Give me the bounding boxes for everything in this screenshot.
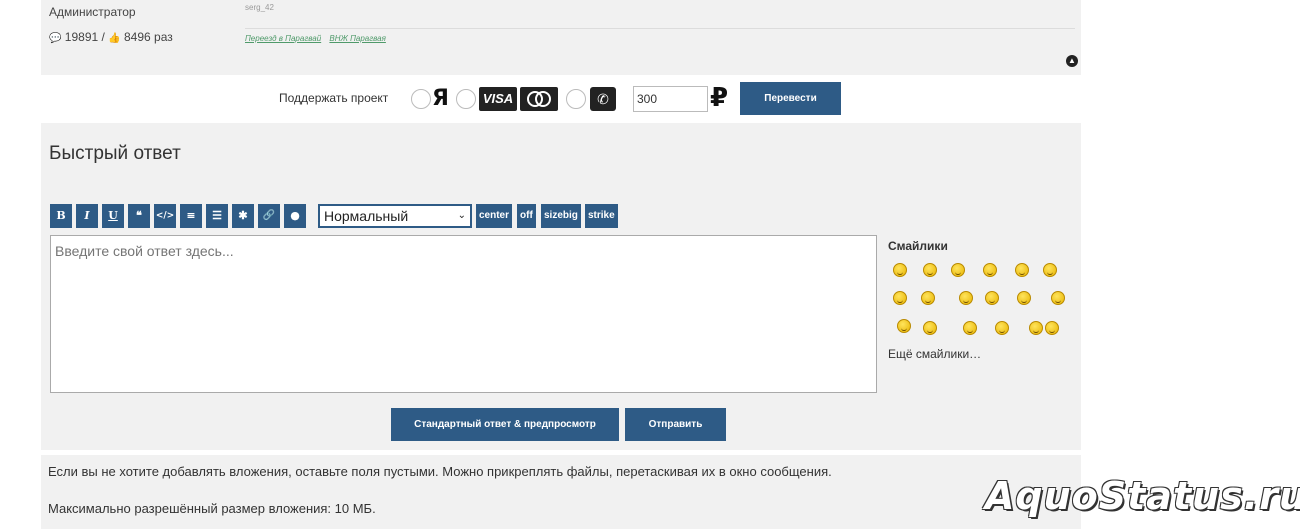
author-rank: Администратор — [49, 5, 136, 19]
smiley-icon[interactable] — [995, 321, 1009, 335]
smiley-icon[interactable] — [959, 291, 973, 305]
smiley-icon[interactable] — [893, 263, 907, 277]
phone-icon: ✆ — [590, 87, 616, 111]
sizebig-button[interactable]: sizebig — [541, 204, 581, 228]
yandex-logo-icon: Я — [432, 86, 449, 111]
signature-divider — [245, 28, 1075, 29]
list-button[interactable]: ≡ — [180, 204, 202, 228]
comments-icon: 💬 — [49, 33, 62, 44]
visa-logo-icon: VISA — [479, 87, 517, 111]
author-stats: 💬 19891 / 👍 8496 раз — [49, 30, 173, 44]
quick-reply-panel: Быстрый ответ B I U ❝ </> ≡ ☰ ✱ 🔗 ● Норм… — [41, 123, 1081, 450]
donate-radio-yandex[interactable] — [411, 89, 431, 109]
smiley-icon[interactable] — [1029, 321, 1043, 335]
watermark-logo: AquoStatus.ru — [985, 474, 1300, 518]
smiley-icon[interactable] — [1051, 291, 1065, 305]
donate-radio-card[interactable] — [456, 89, 476, 109]
author-post-count: 19891 — [64, 30, 99, 44]
smiley-icon[interactable] — [897, 319, 911, 333]
reply-textarea[interactable] — [50, 235, 877, 393]
mastercard-logo-icon — [520, 87, 558, 111]
underline-button[interactable]: U — [102, 204, 124, 228]
more-smilies-link[interactable]: Ещё смайлики… — [888, 347, 981, 361]
quick-reply-title: Быстрый ответ — [49, 143, 181, 164]
ruble-icon: ₽ — [710, 83, 729, 113]
smiley-icon[interactable] — [893, 291, 907, 305]
font-size-select[interactable]: Нормальный ⌄ — [318, 204, 472, 228]
signature-links: Переезд в Парагвай ВНЖ Парагвая — [245, 34, 392, 43]
smiley-icon[interactable] — [921, 291, 935, 305]
donate-row: Поддержать проект Я VISA ✆ ₽ Перевести — [0, 82, 1300, 116]
smiley-icon[interactable] — [923, 321, 937, 335]
smiley-icon[interactable] — [1015, 263, 1029, 277]
signature-username: serg_42 — [245, 3, 274, 12]
link-button[interactable]: 🔗 — [258, 204, 280, 228]
smiley-icon[interactable] — [983, 263, 997, 277]
thumbs-up-icon: 👍 — [108, 33, 121, 44]
center-button[interactable]: center — [476, 204, 513, 228]
post-footer-panel: Администратор 💬 19891 / 👍 8496 раз serg_… — [41, 0, 1081, 75]
donate-amount-input[interactable] — [633, 86, 708, 112]
author-like-count: 8496 раз — [123, 30, 173, 44]
donate-radio-phone[interactable] — [566, 89, 586, 109]
font-size-value: Нормальный — [324, 208, 409, 224]
italic-button[interactable]: I — [76, 204, 98, 228]
smiley-icon[interactable] — [1043, 263, 1057, 277]
smilies-title: Смайлики — [888, 239, 948, 253]
smiley-icon[interactable] — [985, 291, 999, 305]
donate-label: Поддержать проект — [279, 91, 389, 105]
quote-button[interactable]: ❝ — [128, 204, 150, 228]
attachments-panel: Если вы не хотите добавлять вложения, ос… — [41, 455, 1081, 529]
smiley-icon[interactable] — [923, 263, 937, 277]
smiley-icon[interactable] — [1017, 291, 1031, 305]
transfer-button[interactable]: Перевести — [740, 82, 841, 115]
bold-button[interactable]: B — [50, 204, 72, 228]
signature-link-move[interactable]: Переезд в Парагвай — [245, 34, 321, 43]
smiley-icon[interactable] — [1045, 321, 1059, 335]
spoiler-button[interactable]: ✱ — [232, 204, 254, 228]
signature-link-residence[interactable]: ВНЖ Парагвая — [329, 34, 385, 43]
color-button[interactable]: ● — [284, 204, 306, 228]
off-button[interactable]: off — [517, 204, 536, 228]
ordered-list-button[interactable]: ☰ — [206, 204, 228, 228]
smiley-icon[interactable] — [951, 263, 965, 277]
send-button[interactable]: Отправить — [625, 408, 726, 441]
preview-button[interactable]: Стандартный ответ & предпросмотр — [391, 408, 619, 441]
code-button[interactable]: </> — [154, 204, 176, 228]
scroll-top-icon[interactable]: ▲ — [1066, 55, 1078, 67]
attachments-max-size: Максимально разрешённый размер вложения:… — [48, 501, 376, 516]
chevron-down-icon: ⌄ — [457, 210, 466, 221]
smiley-icon[interactable] — [963, 321, 977, 335]
strike-button[interactable]: strike — [585, 204, 618, 228]
attachments-note: Если вы не хотите добавлять вложения, ос… — [48, 464, 832, 479]
